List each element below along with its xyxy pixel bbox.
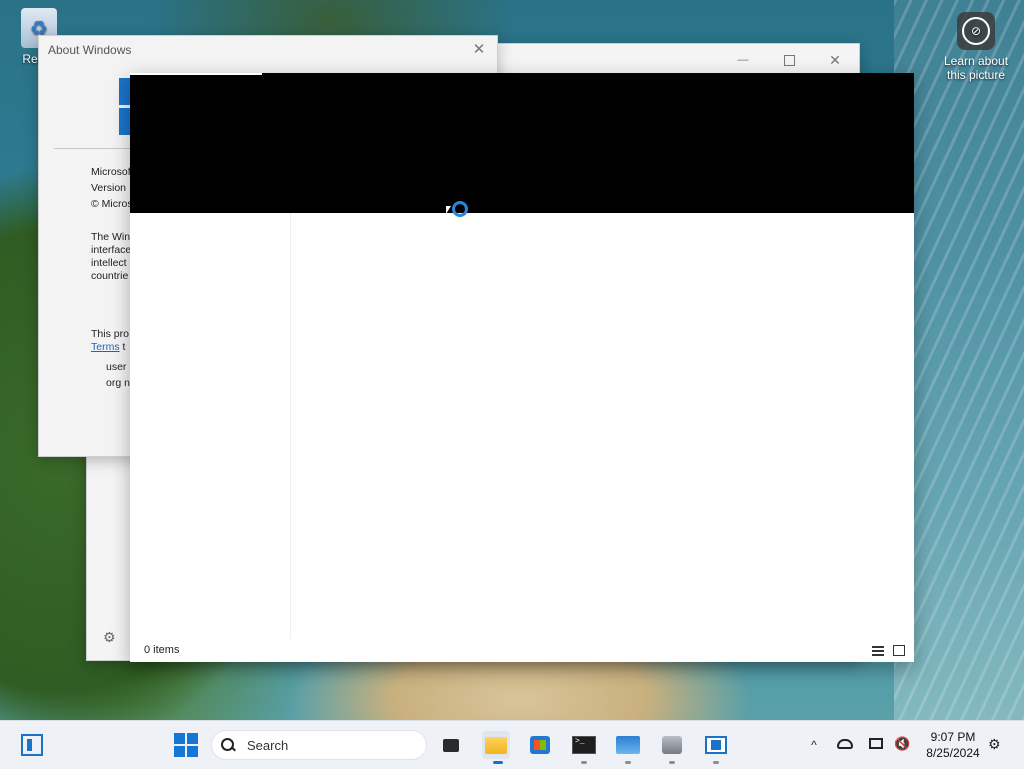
taskbar-file-explorer[interactable] — [482, 731, 510, 759]
file-explorer-window-front: 0 items — [130, 73, 914, 662]
widgets-button[interactable] — [18, 731, 46, 759]
search-input[interactable] — [245, 736, 409, 754]
about-dialog-title: About Windows — [48, 43, 132, 57]
taskbar-terminal[interactable]: >_ — [570, 731, 598, 759]
system-app-icon — [662, 736, 682, 754]
busy-spinner-icon — [452, 201, 468, 217]
task-view-icon — [443, 734, 462, 752]
close-icon: ✕ — [829, 51, 841, 68]
taskbar: >_ ^ 🔇 9:07 PM 8/25/2024 ⚙ — [0, 720, 1024, 769]
maximize-icon — [783, 54, 795, 66]
large-icons-view-icon[interactable] — [893, 645, 905, 656]
widgets-icon — [21, 734, 43, 756]
minimize-button[interactable]: — — [723, 48, 763, 72]
windows-start-icon — [174, 733, 198, 757]
clock-time: 9:07 PM — [930, 730, 976, 744]
start-button[interactable] — [172, 731, 200, 759]
window-loading-header — [130, 73, 914, 213]
close-button[interactable]: ✕ — [815, 48, 855, 72]
volume-muted-icon[interactable]: 🔇 — [894, 736, 912, 754]
folder-icon — [485, 736, 507, 754]
learn-about-picture-label: Learn about this picture — [943, 54, 1009, 82]
terminal-running-indicator — [581, 761, 587, 764]
taskbar-monitor-app[interactable] — [614, 731, 642, 759]
license-terms-suffix: t — [119, 341, 126, 353]
about-app-running-indicator — [713, 761, 719, 764]
learn-about-picture-icon: ⊘ — [957, 12, 995, 50]
taskbar-system-app[interactable] — [658, 731, 686, 759]
about-dialog-close-button[interactable]: ✕ — [469, 40, 489, 58]
taskbar-clock[interactable]: 9:07 PM 8/25/2024 — [922, 729, 984, 761]
navigation-pane[interactable] — [130, 213, 291, 639]
about-version: Version — [91, 182, 127, 194]
clock-date: 8/25/2024 — [926, 746, 980, 760]
about-copyright: © Micros — [91, 198, 133, 210]
minimize-icon: — — [737, 54, 749, 66]
taskbar-about-app[interactable] — [702, 731, 730, 759]
search-icon — [221, 738, 235, 752]
about-app-icon — [705, 736, 727, 754]
about-licensed-user: user — [106, 361, 127, 373]
mouse-pointer-icon — [446, 206, 451, 214]
onedrive-cloud-icon[interactable] — [837, 736, 855, 754]
terminal-icon: >_ — [572, 736, 596, 754]
task-view-button[interactable] — [437, 731, 465, 759]
details-view-icon[interactable] — [872, 646, 884, 656]
file-explorer-active-indicator — [493, 761, 503, 764]
desktop-icon-learn-about-picture[interactable]: ⊘ Learn about this picture — [936, 12, 1016, 82]
taskbar-microsoft-store[interactable] — [526, 731, 554, 759]
status-bar-item-count: 0 items — [144, 644, 180, 656]
notification-icon[interactable]: ⚙ — [988, 736, 1006, 754]
show-hidden-icons-button[interactable]: ^ — [800, 731, 828, 759]
taskbar-search-box[interactable] — [211, 730, 427, 760]
system-app-running-indicator — [669, 761, 675, 764]
settings-gear-icon[interactable]: ⚙ — [103, 629, 119, 645]
about-licensed-org: org n — [106, 377, 130, 389]
monitor-running-indicator — [625, 761, 631, 764]
license-terms-link[interactable]: Terms — [91, 341, 120, 353]
maximize-button[interactable] — [769, 48, 809, 72]
network-icon[interactable] — [869, 736, 887, 754]
header-top-line — [130, 73, 262, 75]
about-para-line-4: countrie — [91, 270, 129, 282]
about-product-name: Microsof — [91, 166, 131, 178]
store-icon — [530, 736, 550, 754]
monitor-app-icon — [616, 736, 640, 754]
